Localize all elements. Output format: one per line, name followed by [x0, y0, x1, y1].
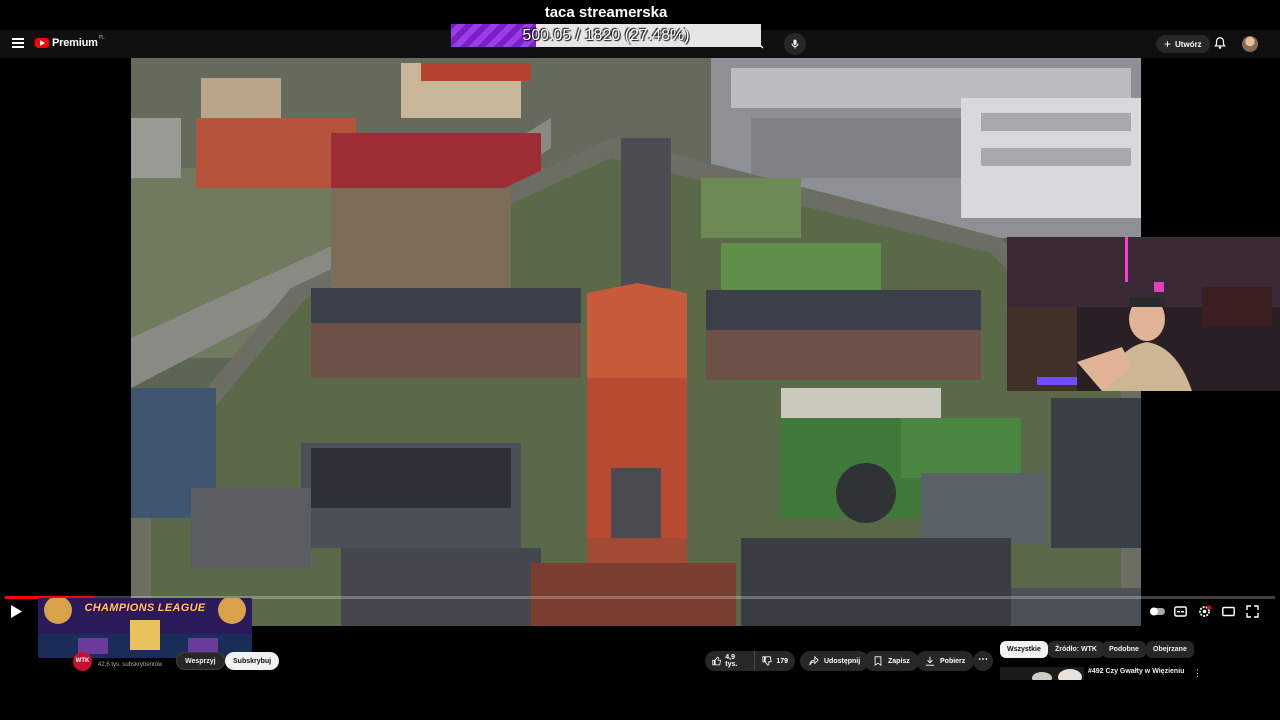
save-button[interactable]: Zapisz	[864, 651, 919, 671]
subscribe-button[interactable]: Subskrybuj	[225, 652, 280, 670]
share-icon	[809, 656, 819, 666]
chip-source[interactable]: Źródło: WTK	[1048, 641, 1104, 658]
subtitles-icon	[1174, 606, 1187, 617]
youtube-premium-logo[interactable]: Premium PL	[35, 35, 105, 49]
theater-mode-button[interactable]	[1222, 605, 1235, 618]
save-label: Zapisz	[888, 657, 910, 665]
preview-title: CHAMPIONS LEAGUE	[84, 602, 206, 614]
create-label: Utwórz	[1175, 39, 1202, 49]
autoplay-toggle-icon	[1150, 607, 1165, 616]
share-label: Udostępnij	[824, 657, 861, 665]
thumbs-down-icon	[762, 656, 772, 666]
more-actions-button[interactable]: ⋯	[973, 651, 993, 671]
autoplay-toggle[interactable]	[1150, 605, 1165, 618]
download-label: Pobierz	[940, 657, 966, 665]
recommended-video-title[interactable]: #492 Czy Gwałty w Więzieniu	[1088, 668, 1184, 675]
like-count: 4,9 tys.	[725, 654, 738, 668]
recommended-thumbnail-image	[1000, 667, 1084, 680]
streamer-webcam-image	[1007, 237, 1280, 391]
mic-icon	[791, 39, 799, 49]
subtitles-button[interactable]	[1174, 605, 1187, 618]
chip-all[interactable]: Wszystkie	[1000, 641, 1048, 658]
fullscreen-icon	[1246, 605, 1259, 618]
like-button[interactable]: 4,9 tys.	[705, 651, 754, 671]
user-avatar[interactable]	[1242, 36, 1258, 52]
chip-watched[interactable]: Obejrzane	[1146, 641, 1194, 658]
prison-aerial-view	[131, 58, 1141, 626]
fullscreen-button[interactable]	[1246, 605, 1259, 618]
thumbs-up-icon	[712, 656, 721, 666]
recommended-video-menu[interactable]: ⋮	[1193, 668, 1202, 679]
menu-icon[interactable]	[12, 38, 24, 48]
share-button[interactable]: Udostępnij	[800, 651, 870, 671]
subscriber-count: 42,6 tys. subskrybentów	[98, 662, 163, 668]
join-button[interactable]: Wesprzyj	[176, 652, 225, 670]
bell-icon	[1214, 37, 1226, 49]
download-icon	[925, 656, 935, 666]
dislike-count: 179	[776, 657, 788, 665]
dislike-button[interactable]: 179	[754, 651, 795, 671]
play-button[interactable]	[10, 605, 22, 618]
logo-text: Premium	[52, 37, 98, 49]
settings-button[interactable]	[1198, 605, 1211, 618]
chip-similar[interactable]: Podobne	[1102, 641, 1146, 658]
stream-goal-progress-bar: 500.05 / 1820 (27.48%)	[451, 24, 761, 47]
recommended-video-thumbnail[interactable]	[1000, 667, 1084, 680]
video-frame[interactable]	[131, 58, 1141, 626]
voice-search-button[interactable]	[784, 33, 806, 55]
bookmark-icon	[874, 656, 882, 666]
plus-icon: +	[1164, 37, 1172, 51]
theater-icon	[1222, 606, 1235, 617]
notifications-button[interactable]	[1213, 36, 1227, 50]
stream-goal-progress-text: 500.05 / 1820 (27.48%)	[522, 27, 690, 44]
play-icon	[11, 605, 22, 618]
like-dislike-group: 4,9 tys. 179	[705, 651, 795, 671]
create-button[interactable]: + Utwórz	[1156, 35, 1210, 53]
channel-avatar[interactable]: WTK	[73, 652, 92, 671]
settings-icon	[1199, 605, 1211, 617]
stream-goal-title: taca streamerska	[544, 4, 668, 21]
webcam-overlay	[1007, 237, 1280, 391]
logo-region: PL	[98, 35, 105, 41]
youtube-play-logo-icon	[35, 38, 49, 48]
seek-preview-thumbnail: CHAMPIONS LEAGUE	[38, 598, 252, 658]
download-button[interactable]: Pobierz	[916, 651, 975, 671]
